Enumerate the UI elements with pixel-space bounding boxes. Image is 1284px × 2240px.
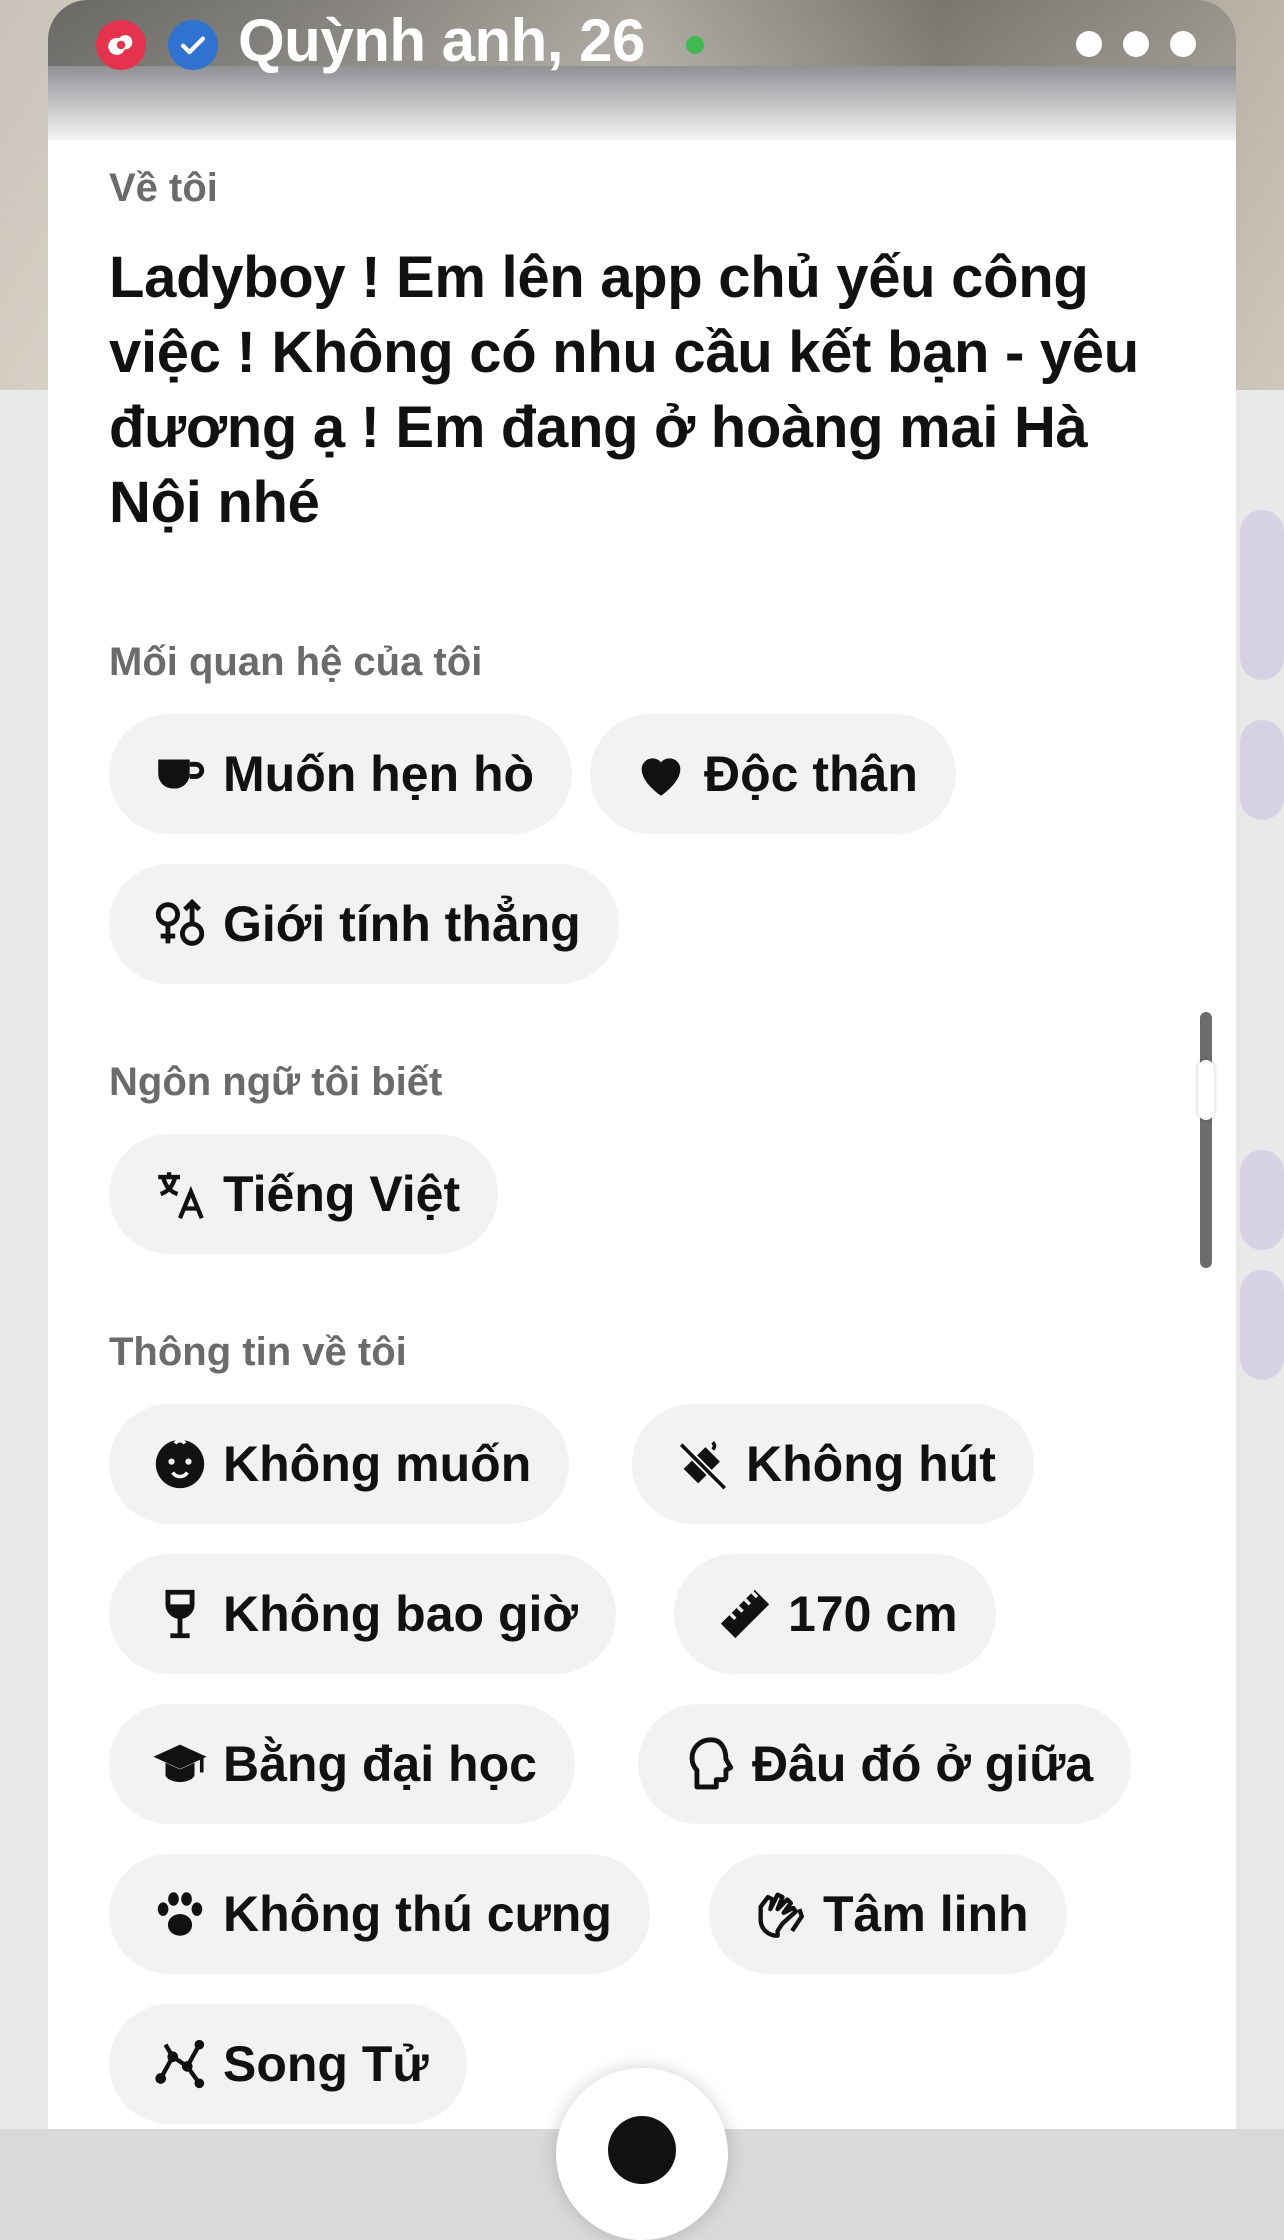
graduation-cap-icon: [151, 1735, 209, 1793]
chip-height[interactable]: 170 cm: [674, 1554, 996, 1674]
gender-icon: [151, 895, 209, 953]
chip-zodiac[interactable]: Song Tử: [109, 2004, 467, 2124]
constellation-icon: [151, 2035, 209, 2093]
chip-label: Đâu đó ở giữa: [752, 1736, 1094, 1792]
chip-label: 170 cm: [788, 1586, 958, 1642]
action-icon: [608, 2116, 676, 2184]
head-silhouette-icon: [680, 1735, 738, 1793]
heart-icon: [632, 745, 690, 803]
praying-hands-icon: [751, 1885, 809, 1943]
chip-label: Song Tử: [223, 2036, 429, 2092]
wine-glass-icon: [151, 1585, 209, 1643]
about-label: Về tôi: [109, 166, 218, 210]
more-dot: [1076, 31, 1102, 57]
profile-name: Quỳnh anh, 26: [238, 7, 645, 74]
chip-label: Không hút: [746, 1436, 996, 1492]
background-card: [1240, 510, 1284, 680]
baby-icon: [151, 1435, 209, 1493]
background-card: [1240, 1270, 1284, 1380]
chip-language[interactable]: Tiếng Việt: [109, 1134, 499, 1254]
chip-pets[interactable]: Không thú cưng: [109, 1854, 650, 1974]
translate-icon: [151, 1165, 209, 1223]
online-status-dot: [686, 36, 704, 54]
background-card: [1240, 1150, 1284, 1250]
chip-label: Độc thân: [704, 746, 918, 802]
chip-label: Không thú cưng: [223, 1886, 612, 1942]
chip-label: Không bao giờ: [223, 1586, 578, 1642]
more-dot: [1170, 31, 1196, 57]
about-text: Ladyboy ! Em lên app chủ yếu công việc !…: [109, 245, 1139, 535]
chip-orientation[interactable]: Giới tính thẳng: [109, 864, 619, 984]
scrollbar-thumb[interactable]: [1198, 1060, 1214, 1120]
relationship-label: Mối quan hệ của tôi: [109, 640, 483, 684]
info-label: Thông tin về tôi: [109, 1330, 407, 1374]
chip-label: Tâm linh: [823, 1886, 1029, 1942]
chip-label: Không muốn: [223, 1436, 532, 1492]
scrollbar[interactable]: [1200, 1012, 1212, 1268]
chip-drinking[interactable]: Không bao giờ: [109, 1554, 616, 1674]
chip-label: Muốn hẹn hò: [223, 746, 535, 802]
chip-label: Giới tính thẳng: [223, 896, 581, 952]
background-card: [1240, 720, 1284, 820]
verified-icon: [168, 20, 218, 70]
chip-education[interactable]: Bằng đại học: [109, 1704, 575, 1824]
chip-relationship-status[interactable]: Độc thân: [590, 714, 956, 834]
chip-smoking[interactable]: Không hút: [632, 1404, 1034, 1524]
languages-label: Ngôn ngữ tôi biết: [109, 1060, 443, 1104]
chip-personality[interactable]: Đâu đó ở giữa: [638, 1704, 1132, 1824]
bottom-action-button[interactable]: [556, 2068, 728, 2240]
profile-card[interactable]: Quỳnh anh, 26 Về tôi Ladyboy ! Em lên ap…: [48, 0, 1236, 2129]
no-smoking-icon: [674, 1435, 732, 1493]
more-options-button[interactable]: [1076, 24, 1196, 64]
chip-children[interactable]: Không muốn: [109, 1404, 570, 1524]
chip-religion[interactable]: Tâm linh: [709, 1854, 1067, 1974]
brand-badge-icon: [96, 20, 146, 70]
ruler-icon: [716, 1585, 774, 1643]
paw-icon: [151, 1885, 209, 1943]
chip-relationship-goal[interactable]: Muốn hẹn hò: [109, 714, 573, 834]
more-dot: [1123, 31, 1149, 57]
coffee-cup-icon: [151, 745, 209, 803]
chip-label: Bằng đại học: [223, 1736, 537, 1792]
chip-label: Tiếng Việt: [223, 1166, 461, 1222]
